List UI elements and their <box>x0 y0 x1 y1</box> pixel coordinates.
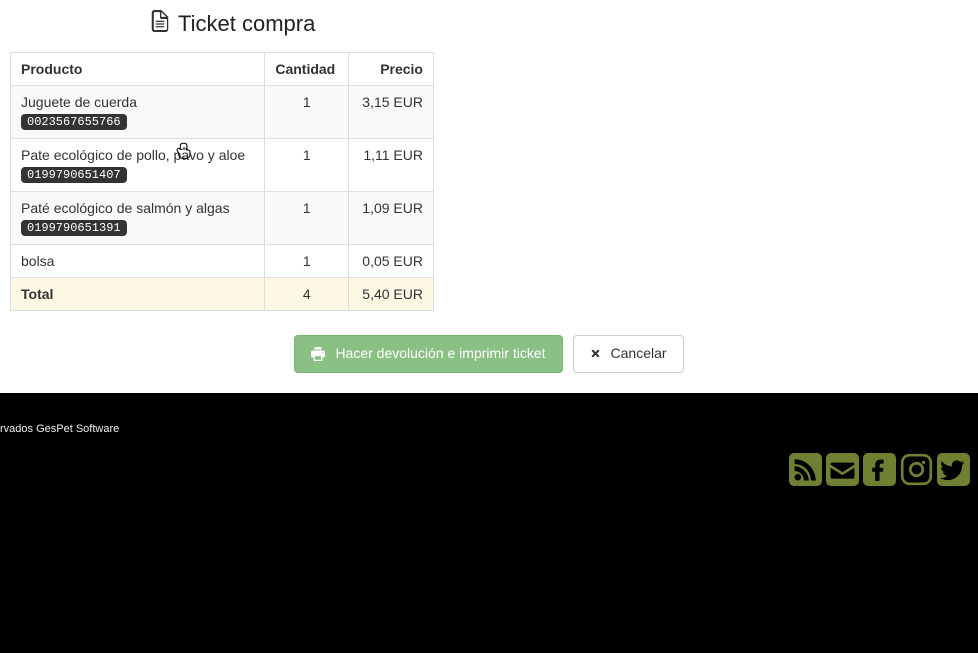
product-price: 1,09 EUR <box>349 192 434 245</box>
actions-bar: Hacer devolución e imprimir ticket Cance… <box>10 335 968 373</box>
document-icon <box>150 10 170 38</box>
twitter-icon[interactable] <box>937 453 970 486</box>
print-icon <box>311 347 325 361</box>
return-print-label: Hacer devolución e imprimir ticket <box>335 344 545 364</box>
total-label: Total <box>11 278 265 311</box>
close-icon <box>590 348 601 359</box>
table-row: Paté ecológico de salmón y algas 0199790… <box>11 192 434 245</box>
return-print-button[interactable]: Hacer devolución e imprimir ticket <box>294 335 562 373</box>
product-name: Paté ecológico de salmón y algas <box>21 200 254 216</box>
social-links <box>0 453 970 486</box>
rss-icon[interactable] <box>789 453 822 486</box>
product-code: 0199790651391 <box>21 220 127 236</box>
table-row: bolsa 1 0,05 EUR <box>11 245 434 278</box>
total-price: 5,40 EUR <box>349 278 434 311</box>
total-qty: 4 <box>265 278 349 311</box>
product-name: Juguete de cuerda <box>21 94 254 110</box>
product-code: 0023567655766 <box>21 114 127 130</box>
table-row: Juguete de cuerda 0023567655766 1 3,15 E… <box>11 86 434 139</box>
product-price: 3,15 EUR <box>349 86 434 139</box>
facebook-icon[interactable] <box>863 453 896 486</box>
col-price: Precio <box>349 53 434 86</box>
cancel-button[interactable]: Cancelar <box>573 335 684 373</box>
cancel-label: Cancelar <box>611 344 667 364</box>
page-footer: rvados GesPet Software <box>0 393 978 653</box>
product-name: Pate ecológico de pollo, pavo y aloe <box>21 147 254 163</box>
footer-copyright: rvados GesPet Software <box>0 423 970 435</box>
instagram-icon[interactable] <box>900 453 933 486</box>
product-code: 0199790651407 <box>21 167 127 183</box>
page-title: Ticket compra <box>150 10 968 38</box>
total-row: Total 4 5,40 EUR <box>11 278 434 311</box>
table-row: Pate ecológico de pollo, pavo y aloe 019… <box>11 139 434 192</box>
product-qty: 1 <box>265 139 349 192</box>
product-price: 1,11 EUR <box>349 139 434 192</box>
product-price: 0,05 EUR <box>349 245 434 278</box>
page-title-text: Ticket compra <box>178 11 315 37</box>
product-qty: 1 <box>265 192 349 245</box>
col-quantity: Cantidad <box>265 53 349 86</box>
product-qty: 1 <box>265 245 349 278</box>
mail-icon[interactable] <box>826 453 859 486</box>
ticket-table: Producto Cantidad Precio Juguete de cuer… <box>10 52 434 311</box>
product-name: bolsa <box>21 253 254 269</box>
product-qty: 1 <box>265 86 349 139</box>
col-product: Producto <box>11 53 265 86</box>
